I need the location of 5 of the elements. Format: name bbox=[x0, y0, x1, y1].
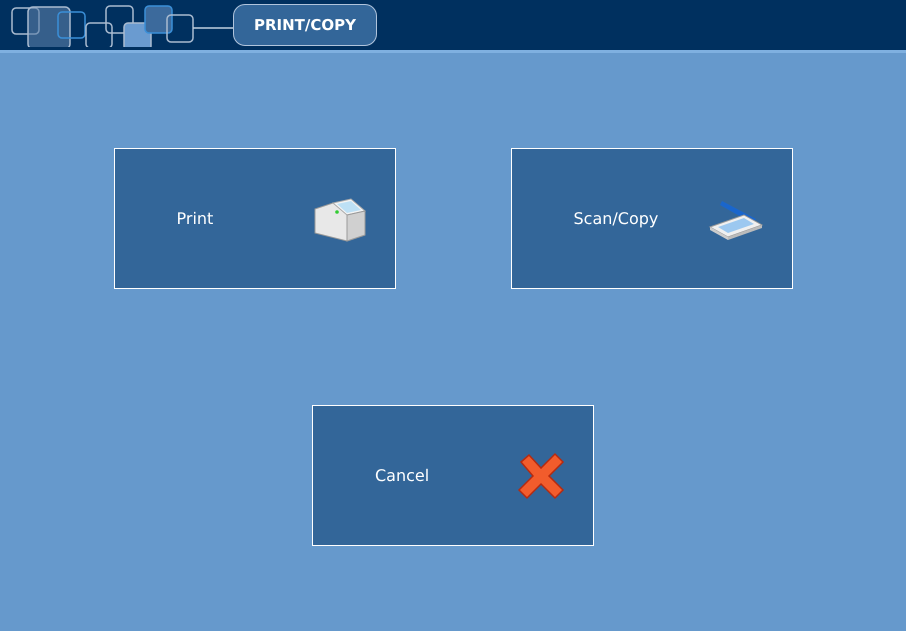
cancel-icon bbox=[517, 452, 565, 500]
header-title: PRINT/COPY bbox=[233, 4, 377, 46]
menu-button[interactable]: Print bbox=[114, 148, 396, 289]
menu-button[interactable]: Cancel bbox=[312, 405, 594, 546]
menu-button[interactable]: Scan/Copy bbox=[510, 148, 792, 289]
